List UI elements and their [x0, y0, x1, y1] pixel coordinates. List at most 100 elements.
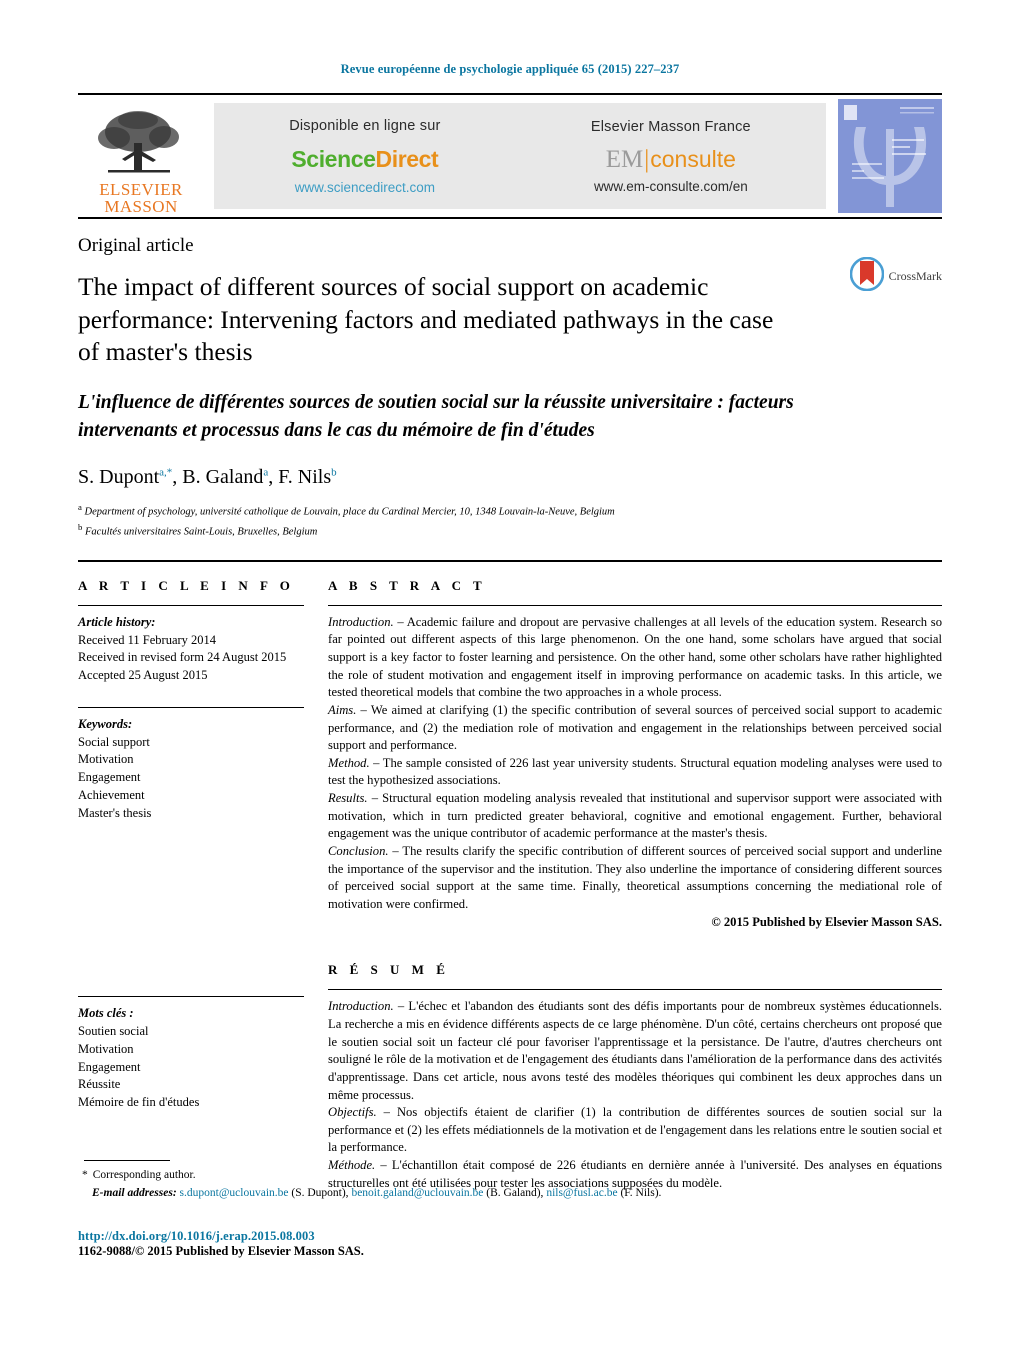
article-history-group: Article history: Received 11 February 20…	[78, 614, 304, 685]
sciencedirect-logo-part2: Direct	[375, 145, 439, 172]
abstract-paragraph: Aims. – We aimed at clarifying (1) the s…	[328, 702, 942, 755]
affiliation-mark: b	[78, 521, 83, 532]
emconsulte-url[interactable]: www.em-consulte.com/en	[591, 179, 751, 194]
corresponding-author-label: Corresponding author.	[92, 1169, 196, 1182]
elsevier-wordmark: ELSEVIER MASSON	[99, 181, 182, 215]
emconsulte-available-label: Elsevier Masson France	[590, 118, 751, 135]
affiliation-mark: a	[78, 502, 82, 513]
article-history-title: Article history:	[78, 614, 156, 629]
french-keyword-item: Engagement	[78, 1059, 141, 1074]
resume-heading: R É S U M É	[328, 962, 450, 978]
sciencedirect-url[interactable]: www.sciencedirect.com	[289, 180, 440, 195]
author-name[interactable]: S. Dupont	[78, 466, 159, 488]
abstract-rule	[328, 604, 942, 606]
affiliation-list: a Department of psychology, université c…	[78, 501, 942, 540]
page-title-french: L'influence de différentes sources de so…	[78, 391, 794, 441]
keyword-item: Achievement	[78, 787, 145, 802]
footnote-rule	[84, 1160, 170, 1162]
abstract-paragraph-lead: Conclusion.	[328, 843, 389, 858]
resume-paragraph-text: – L'échec et l'abandon des étudiants son…	[328, 999, 942, 1102]
affiliation-item: b Facultés universitaires Saint-Louis, B…	[78, 521, 942, 540]
author-email-owner: (B. Galand),	[483, 1187, 547, 1200]
emconsulte-logo: EM|consulte	[591, 147, 751, 172]
author-list: S. Duponta,*, B. Galanda, F. Nilsb	[78, 466, 337, 489]
keyword-item: Master's thesis	[78, 805, 152, 820]
keyword-item: Social support	[78, 734, 150, 749]
french-keywords-rule	[78, 996, 304, 998]
emconsulte-block: Elsevier Masson France EM|consulte www.e…	[581, 119, 761, 194]
french-keywords-group: Mots clés : Soutien social Motivation En…	[78, 1005, 304, 1112]
resume-section: R É S U M É Introduction. – L'échec et l…	[328, 962, 942, 1192]
abstract-paragraph: Method. – The sample consisted of 226 la…	[328, 755, 942, 790]
crossmark-badge[interactable]: CrossMark	[849, 256, 942, 296]
abstract-paragraph-lead: Aims.	[328, 702, 357, 717]
article-info-heading: A R T I C L E I N F O	[78, 577, 295, 593]
abstract-paragraph-lead: Method.	[328, 755, 370, 770]
french-keyword-item: Motivation	[78, 1041, 134, 1056]
affiliation-item: a Department of psychology, université c…	[78, 501, 942, 520]
author-affiliation-mark: a	[263, 466, 269, 479]
author-name[interactable]: B. Galand	[182, 466, 263, 488]
article-history-item: Accepted 25 August 2015	[78, 668, 208, 682]
title-block: CrossMark Original article The impact of…	[78, 235, 942, 540]
abstract-paragraph-text: – Structural equation modeling analysis …	[328, 791, 942, 841]
abstract-column: A B S T R A C T Introduction. – Academic…	[328, 578, 942, 1193]
abstract-paragraph-text: – Academic failure and dropout are perva…	[328, 614, 942, 700]
crossmark-icon	[849, 256, 884, 296]
author-email-link[interactable]: s.dupont@uclouvain.be	[180, 1187, 289, 1199]
abstract-paragraph: Introduction. – Academic failure and dro…	[328, 614, 942, 702]
keywords-group: Keywords: Social support Motivation Enga…	[78, 716, 304, 823]
sciencedirect-available-label: Disponible en ligne sur	[289, 117, 441, 134]
author-affiliation-mark: b	[331, 466, 337, 479]
abstract-paragraph: Results. – Structural equation modeling …	[328, 790, 942, 843]
abstract-copyright: © 2015 Published by Elsevier Masson SAS.	[711, 915, 942, 930]
abstract-paragraph-lead: Results.	[328, 791, 368, 805]
elsevier-masson-logo: ELSEVIER MASSON	[78, 95, 204, 217]
abstract-paragraph-text: – The results clarify the specific contr…	[328, 843, 942, 911]
article-info-rule	[78, 604, 304, 606]
abstract-heading: A B S T R A C T	[328, 577, 487, 593]
elsevier-wordmark-line2: MASSON	[104, 197, 178, 216]
abstract-paragraph-text: – The sample consisted of 226 last year …	[328, 755, 942, 788]
keyword-item: Motivation	[78, 752, 134, 767]
article-history-item: Received 11 February 2014	[78, 632, 217, 647]
elsevier-tree-icon	[88, 107, 194, 181]
affiliation-text: Facultés universitaires Saint-Louis, Bru…	[85, 526, 318, 537]
journal-cover-thumbnail	[838, 99, 942, 213]
sciencedirect-logo: ScienceDirect	[289, 146, 440, 173]
abstract-paragraph-lead: Introduction.	[328, 614, 394, 629]
corresponding-author-star: *	[82, 1169, 88, 1182]
keyword-item: Engagement	[78, 770, 141, 784]
author-name[interactable]: F. Nils	[278, 466, 331, 488]
french-keyword-item: Soutien social	[78, 1024, 149, 1038]
abstract-paragraph-text: – We aimed at clarifying (1) the specifi…	[328, 702, 942, 753]
emconsulte-logo-part2: consulte	[650, 145, 736, 172]
author-email-link[interactable]: nils@fusl.ac.be	[546, 1187, 617, 1199]
crossmark-label: CrossMark	[888, 269, 942, 283]
french-keyword-item: Réussite	[78, 1077, 121, 1092]
publisher-banner: Disponible en ligne sur ScienceDirect ww…	[214, 103, 826, 209]
resume-paragraph: Introduction. – L'échec et l'abandon des…	[328, 998, 942, 1104]
article-type-kicker: Original article	[78, 235, 194, 256]
doi-link[interactable]: http://dx.doi.org/10.1016/j.erap.2015.08…	[78, 1229, 942, 1244]
elsevier-wordmark-line1: ELSEVIER	[99, 180, 183, 199]
running-head: Revue européenne de psychologie appliqué…	[340, 62, 680, 76]
abstract-section-top-rule	[78, 559, 942, 562]
sciencedirect-block: Disponible en ligne sur ScienceDirect ww…	[279, 118, 450, 195]
french-keyword-item: Mémoire de fin d'études	[78, 1095, 200, 1109]
resume-paragraph: Objectifs. – Nos objectifs étaient de cl…	[328, 1104, 942, 1157]
emconsulte-logo-part1: EM	[605, 145, 644, 173]
abstract-paragraph: Conclusion. – The results clarify the sp…	[328, 843, 942, 914]
affiliation-text: Department of psychology, université cat…	[84, 506, 615, 518]
corresponding-author-line: * Corresponding author.	[78, 1167, 942, 1185]
page-footer: * Corresponding author. E-mail addresses:…	[78, 1160, 942, 1259]
author-email-owner: (S. Dupont),	[288, 1187, 352, 1200]
author-email-link[interactable]: benoit.galand@uclouvain.be	[351, 1187, 483, 1199]
article-info-column: A R T I C L E I N F O Article history: R…	[78, 578, 328, 1193]
email-addresses-label: E-mail addresses:	[92, 1187, 177, 1200]
info-abstract-columns: A R T I C L E I N F O Article history: R…	[78, 578, 942, 1193]
doi-block: http://dx.doi.org/10.1016/j.erap.2015.08…	[78, 1229, 942, 1259]
issn-copyright-line: 1162-9088/© 2015 Published by Elsevier M…	[78, 1244, 364, 1258]
author-email-owner: (F. Nils).	[617, 1187, 662, 1200]
email-addresses-line: E-mail addresses: s.dupont@uclouvain.be …	[78, 1185, 942, 1203]
